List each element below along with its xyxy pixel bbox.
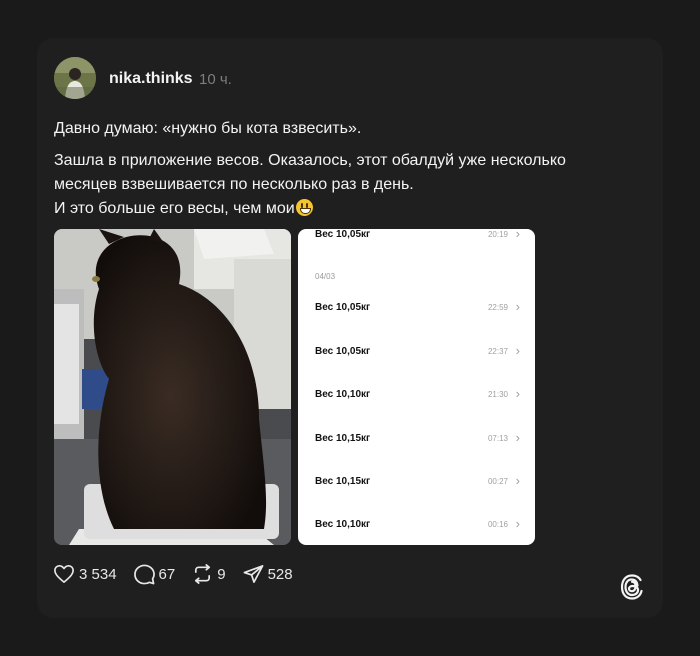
chevron-right-icon: › bbox=[515, 229, 520, 241]
post-line-1: Зашла в приложение весов. Оказалось, это… bbox=[54, 152, 566, 169]
post-card: nika.thinks 10 ч. Давно думаю: «нужно бы… bbox=[37, 38, 663, 618]
weight-time: 21:30 bbox=[487, 390, 508, 399]
weight-row: Вес 10,05кг 22:59 › bbox=[298, 299, 535, 319]
weight-label: Вес 10,05кг bbox=[315, 302, 371, 313]
post-line-3: И это больше его весы, чем мои bbox=[54, 200, 295, 217]
post-text: Давно думаю: «нужно бы кота взвесить». З… bbox=[54, 117, 644, 229]
share-button[interactable]: 528 bbox=[243, 564, 293, 584]
chevron-right-icon: › bbox=[515, 343, 520, 358]
weight-row: Вес 10,05кг 20:19 › bbox=[298, 229, 535, 246]
comment-count: 67 bbox=[158, 565, 176, 583]
heart-icon bbox=[54, 565, 74, 583]
post-line-2: месяцев взвешивается по несколько раз в … bbox=[54, 176, 414, 193]
post-paragraph-1: Давно думаю: «нужно бы кота взвесить». bbox=[54, 120, 362, 137]
weight-label: Вес 10,15кг bbox=[315, 476, 371, 487]
chevron-right-icon: › bbox=[515, 386, 520, 401]
weight-time: 22:37 bbox=[487, 347, 508, 356]
weight-app-screenshot[interactable]: Вес 10,05кг 20:19 › 04/03 Вес 10,05кг 22… bbox=[298, 229, 535, 545]
username[interactable]: nika.thinks bbox=[109, 70, 193, 88]
weight-time: 20:19 bbox=[487, 230, 508, 239]
weight-label: Вес 10,05кг bbox=[315, 346, 371, 357]
weight-row: Вес 10,05кг 22:37 › bbox=[298, 343, 535, 363]
weight-row: Вес 10,10кг 00:16 › bbox=[298, 516, 535, 536]
like-button[interactable]: 3 534 bbox=[53, 564, 117, 584]
repost-button[interactable]: 9 bbox=[192, 564, 226, 584]
weight-row: Вес 10,15кг 00:27 › bbox=[298, 473, 535, 493]
weight-label: Вес 10,05кг bbox=[315, 229, 371, 240]
weight-row: Вес 10,15кг 07:13 › bbox=[298, 430, 535, 450]
action-bar: 3 534 67 9 528 bbox=[53, 562, 310, 586]
cat-photo[interactable] bbox=[54, 229, 291, 545]
avatar[interactable] bbox=[54, 57, 96, 99]
weight-label: Вес 10,10кг bbox=[315, 519, 371, 530]
chevron-right-icon: › bbox=[515, 299, 520, 314]
like-count: 3 534 bbox=[79, 565, 117, 583]
repost-icon bbox=[195, 564, 211, 584]
weight-time: 00:27 bbox=[487, 477, 508, 486]
comment-button[interactable]: 67 bbox=[133, 564, 176, 585]
weight-row: Вес 10,10кг 21:30 › bbox=[298, 386, 535, 406]
weight-time: 07:13 bbox=[487, 434, 508, 443]
repost-count: 9 bbox=[217, 565, 226, 583]
weight-label: Вес 10,10кг bbox=[315, 389, 371, 400]
threads-logo-icon[interactable] bbox=[620, 574, 644, 600]
weight-time: 00:16 bbox=[487, 520, 508, 529]
date-header: 04/03 bbox=[315, 272, 336, 281]
chevron-right-icon: › bbox=[515, 473, 520, 488]
post-paragraph-2: Зашла в приложение весов. Оказалось, это… bbox=[54, 149, 644, 221]
share-count: 528 bbox=[267, 565, 293, 583]
weight-label: Вес 10,15кг bbox=[315, 433, 371, 444]
chevron-right-icon: › bbox=[515, 430, 520, 445]
share-icon bbox=[243, 565, 264, 583]
comment-icon bbox=[133, 564, 155, 584]
chevron-right-icon: › bbox=[515, 516, 520, 531]
weight-time: 22:59 bbox=[487, 303, 508, 312]
post-time: 10 ч. bbox=[199, 71, 232, 88]
grinning-face-icon bbox=[295, 199, 313, 216]
